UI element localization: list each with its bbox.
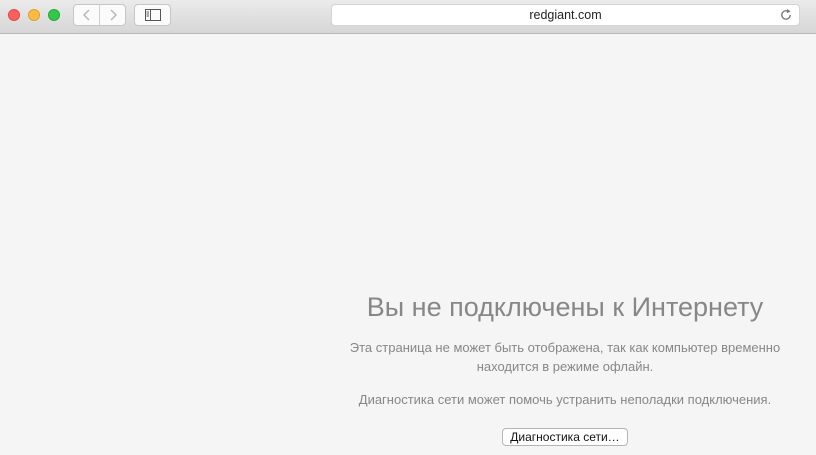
sidebar-icon <box>144 9 161 21</box>
address-url[interactable]: redgiant.com <box>332 5 799 25</box>
offline-description: Эта страница не может быть отображена, т… <box>349 340 781 374</box>
reload-icon[interactable] <box>779 8 793 22</box>
minimize-window-button[interactable] <box>28 9 40 21</box>
browser-window: redgiant.com Вы не подключены к Интернет… <box>0 0 816 455</box>
back-button[interactable] <box>74 5 99 25</box>
chevron-left-icon <box>82 9 89 21</box>
close-window-button[interactable] <box>8 9 20 21</box>
navigation-buttons <box>73 4 126 26</box>
address-bar[interactable]: redgiant.com <box>331 4 800 26</box>
page-content: Вы не подключены к Интернету Эта страниц… <box>0 34 816 455</box>
forward-button[interactable] <box>99 5 125 25</box>
network-diagnostics-button[interactable]: Диагностика сети… <box>502 428 628 446</box>
maximize-window-button[interactable] <box>48 9 60 21</box>
toolbar: redgiant.com <box>0 0 816 34</box>
offline-message: Вы не подключены к Интернету Эта страниц… <box>320 290 810 446</box>
chevron-right-icon <box>110 9 117 21</box>
offline-headline: Вы не подключены к Интернету <box>366 292 764 322</box>
network-diagnostics-hint: Диагностика сети может помочь устранить … <box>358 392 772 407</box>
sidebar-toggle-button[interactable] <box>134 4 171 26</box>
